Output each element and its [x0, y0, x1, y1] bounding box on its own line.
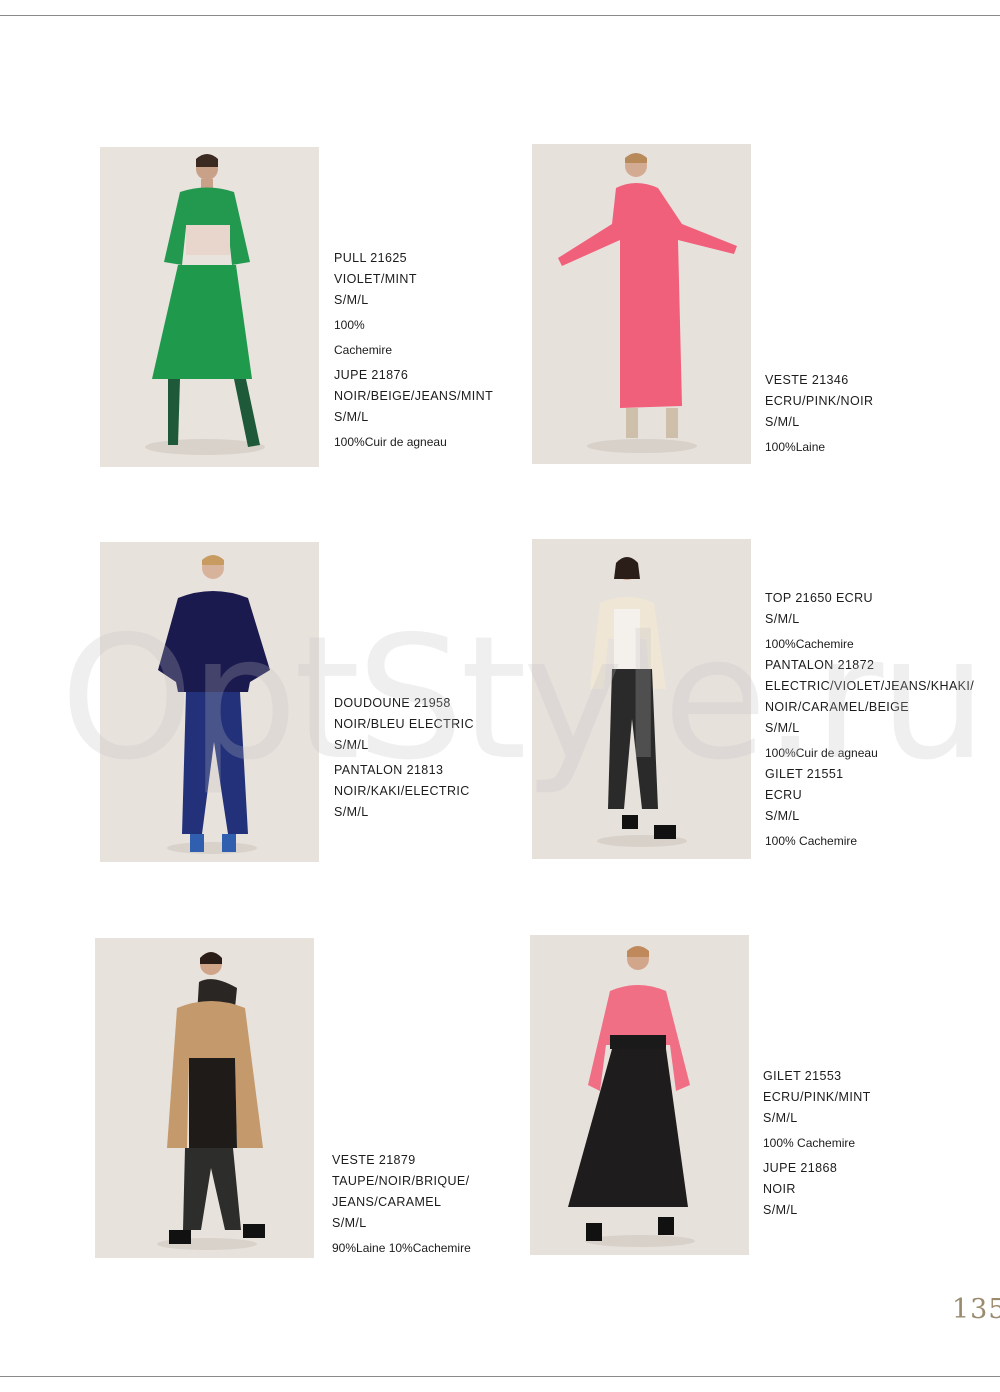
color-line: NOIR	[763, 1182, 796, 1196]
size-line: S/M/L	[763, 1203, 798, 1217]
composition-line: 100%Cachemire	[765, 637, 854, 651]
composition-line: Cachemire	[334, 343, 393, 357]
model-navy-puffer-image	[100, 542, 319, 862]
color-line: ELECTRIC/VIOLET/JEANS/KHAKI/	[765, 679, 975, 693]
size-line: S/M/L	[763, 1111, 798, 1125]
top-rule	[0, 15, 1000, 16]
size-line: S/M/L	[334, 738, 369, 752]
model-green-sweater-skirt-image	[100, 147, 319, 467]
color-line: VIOLET/MINT	[334, 272, 417, 286]
color-line: NOIR/BLEU ELECTRIC	[334, 717, 474, 731]
size-line: S/M/L	[765, 721, 800, 735]
composition-line: 100% Cachemire	[765, 834, 858, 848]
bottom-rule	[0, 1376, 1000, 1377]
look-6-details: GILET 21553 ECRU/PINK/MINT S/M/L 100% Ca…	[763, 1066, 871, 1221]
composition-line: 100%Cuir de agneau	[765, 746, 878, 760]
color-line: ECRU/PINK/MINT	[763, 1090, 871, 1104]
composition-line: 100%	[334, 318, 365, 332]
look-2-details: VESTE 21346 ECRU/PINK/NOIR S/M/L 100%Lai…	[765, 370, 873, 458]
product-line: PULL 21625	[334, 251, 408, 265]
size-line: S/M/L	[334, 410, 369, 424]
product-line: DOUDOUNE 21958	[334, 696, 451, 710]
size-line: S/M/L	[765, 809, 800, 823]
product-line: JUPE 21876	[334, 368, 409, 382]
model-ecru-cardigan-image	[532, 539, 751, 859]
color-line: ECRU	[765, 788, 803, 802]
color-line: NOIR/BEIGE/JEANS/MINT	[334, 389, 494, 403]
product-line: VESTE 21346	[765, 373, 849, 387]
color-line: NOIR/KAKI/ELECTRIC	[334, 784, 470, 798]
look-5-details: VESTE 21879 TAUPE/NOIR/BRIQUE/ JEANS/CAR…	[332, 1150, 471, 1259]
look-1-details: PULL 21625 VIOLET/MINT S/M/L 100% Cachem…	[334, 248, 493, 453]
product-line: TOP 21650 ECRU	[765, 591, 873, 605]
composition-line: 100% Cachemire	[763, 1136, 856, 1150]
product-line: GILET 21553	[763, 1069, 842, 1083]
product-line: PANTALON 21872	[765, 658, 875, 672]
product-line: JUPE 21868	[763, 1161, 838, 1175]
color-line: NOIR/CARAMEL/BEIGE	[765, 700, 910, 714]
color-line: ECRU/PINK/NOIR	[765, 394, 874, 408]
size-line: S/M/L	[334, 805, 369, 819]
look-3-details: DOUDOUNE 21958 NOIR/BLEU ELECTRIC S/M/L …	[334, 693, 474, 823]
size-line: S/M/L	[334, 293, 369, 307]
model-pink-coat-image	[532, 144, 751, 464]
composition-line: 100%Cuir de agneau	[334, 435, 447, 449]
color-line: TAUPE/NOIR/BRIQUE/	[332, 1174, 470, 1188]
size-line: S/M/L	[765, 415, 800, 429]
product-line: PANTALON 21813	[334, 763, 444, 777]
composition-line: 90%Laine 10%Cachemire	[332, 1241, 471, 1255]
model-camel-coat-image	[95, 938, 314, 1258]
look-4-details: TOP 21650 ECRU S/M/L 100%Cachemire PANTA…	[765, 588, 974, 852]
size-line: S/M/L	[765, 612, 800, 626]
composition-line: 100%Laine	[765, 440, 826, 454]
product-line: GILET 21551	[765, 767, 844, 781]
model-pink-cardigan-tulle-skirt-image	[530, 935, 749, 1255]
product-line: VESTE 21879	[332, 1153, 416, 1167]
color-line: JEANS/CARAMEL	[332, 1195, 442, 1209]
size-line: S/M/L	[332, 1216, 367, 1230]
page-number: 135	[952, 1294, 1000, 1325]
